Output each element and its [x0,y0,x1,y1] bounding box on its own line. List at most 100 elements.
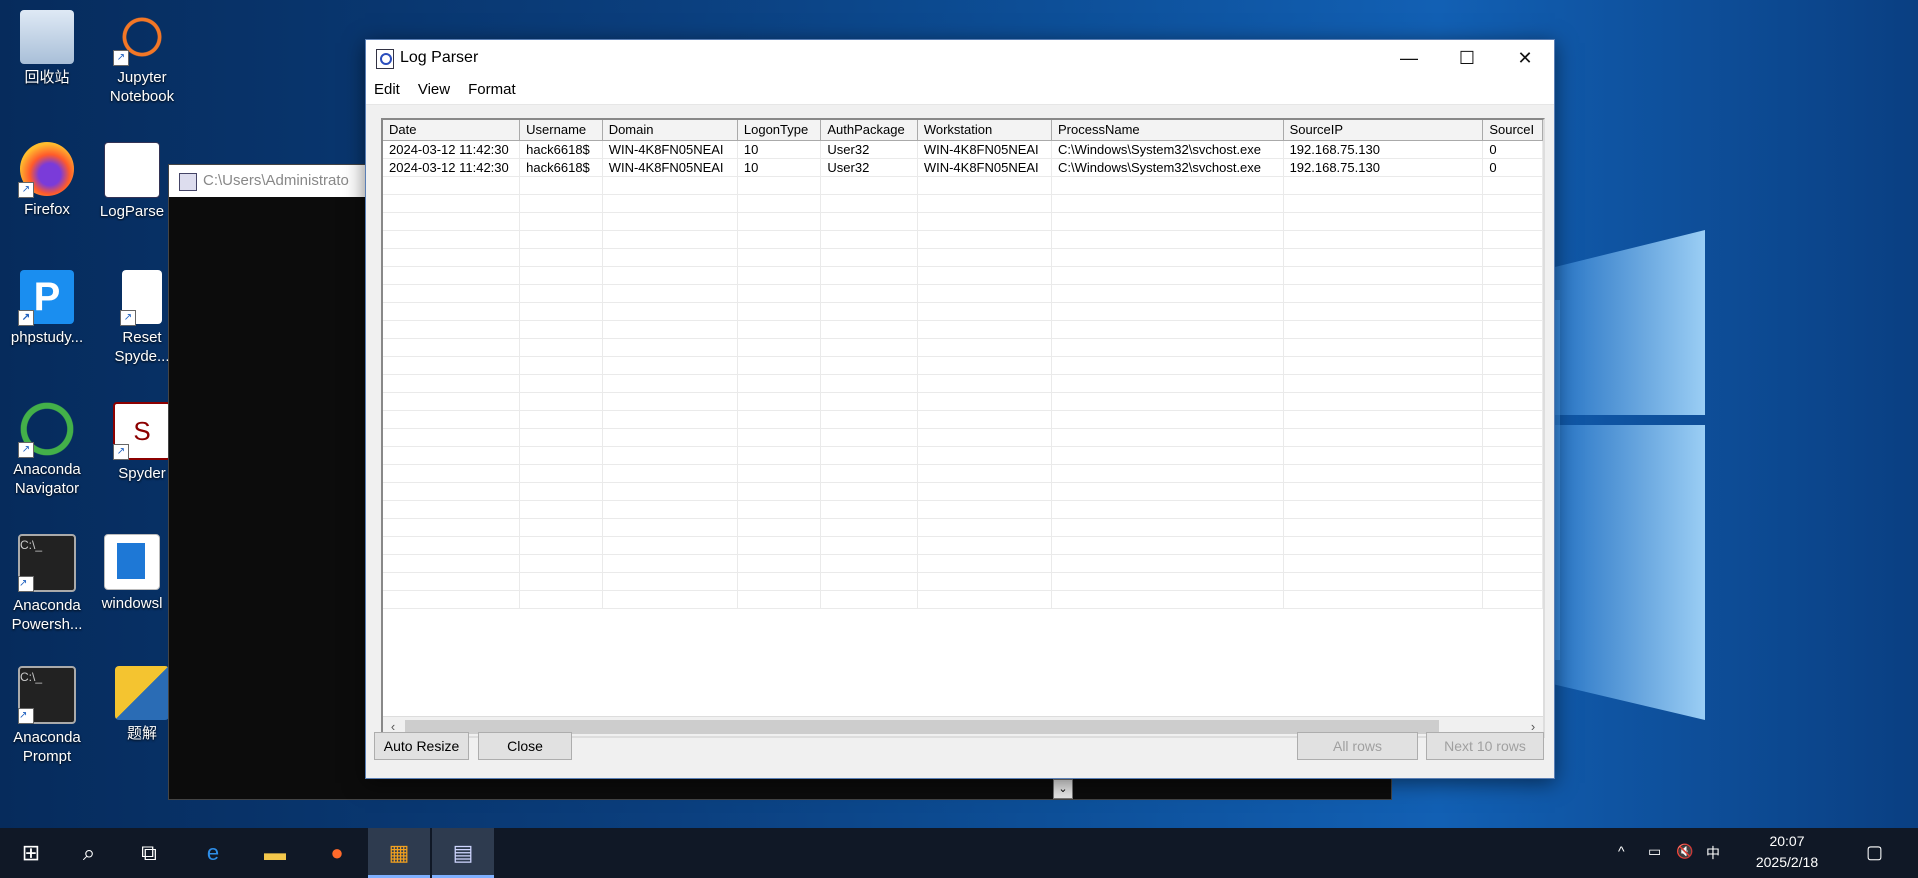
table-cell[interactable]: WIN-4K8FN05NEAI [918,141,1052,158]
column-header[interactable]: Workstation [918,120,1052,140]
table-cell[interactable] [1483,375,1543,392]
table-row[interactable] [383,483,1543,501]
table-cell[interactable]: hack6618$ [520,159,603,176]
table-cell[interactable] [520,591,603,608]
table-cell[interactable] [1284,501,1484,518]
table-cell[interactable] [738,375,822,392]
table-cell[interactable] [520,501,603,518]
table-cell[interactable] [1483,591,1543,608]
table-cell[interactable] [603,483,738,500]
table-cell[interactable] [603,447,738,464]
table-row[interactable] [383,465,1543,483]
table-cell[interactable] [821,267,918,284]
column-header[interactable]: SourceI [1483,120,1543,140]
table-row[interactable] [383,393,1543,411]
table-cell[interactable] [918,501,1052,518]
table-cell[interactable] [1483,285,1543,302]
table-cell[interactable] [1284,537,1484,554]
table-cell[interactable] [738,303,822,320]
table-cell[interactable] [738,591,822,608]
table-cell[interactable] [603,249,738,266]
table-row[interactable] [383,177,1543,195]
task-view-icon[interactable]: ⧉ [118,828,180,878]
table-cell[interactable] [1052,321,1284,338]
table-cell[interactable] [603,267,738,284]
table-cell[interactable] [1284,321,1484,338]
table-cell[interactable] [738,267,822,284]
table-cell[interactable] [738,555,822,572]
table-cell[interactable]: hack6618$ [520,141,603,158]
table-row[interactable] [383,249,1543,267]
table-cell[interactable] [918,393,1052,410]
all-rows-button[interactable]: All rows [1297,732,1418,760]
table-row[interactable] [383,411,1543,429]
table-cell[interactable] [821,231,918,248]
table-cell[interactable] [1483,519,1543,536]
table-cell[interactable] [821,321,918,338]
table-cell[interactable] [1483,321,1543,338]
table-cell[interactable] [1052,501,1284,518]
table-cell[interactable] [383,339,521,356]
table-cell[interactable]: C:\Windows\System32\svchost.exe [1052,141,1284,158]
table-cell[interactable] [603,501,738,518]
table-cell[interactable] [520,393,603,410]
table-cell[interactable] [1284,177,1484,194]
ime-indicator[interactable]: 中 [1706,843,1720,863]
table-cell[interactable]: 192.168.75.130 [1284,159,1484,176]
windows-start-icon[interactable]: ⊞ [0,828,62,878]
table-cell[interactable] [1052,483,1284,500]
column-header[interactable]: SourceIP [1284,120,1484,140]
table-cell[interactable] [1052,249,1284,266]
column-header[interactable]: LogonType [738,120,822,140]
table-cell[interactable] [918,555,1052,572]
table-row[interactable] [383,537,1543,555]
desktop-icon-recycle-bin[interactable]: 回收站 [0,4,94,87]
table-cell[interactable] [1284,429,1484,446]
table-cell[interactable] [821,285,918,302]
table-cell[interactable] [603,213,738,230]
table-cell[interactable] [918,303,1052,320]
table-row[interactable] [383,573,1543,591]
table-cell[interactable] [520,213,603,230]
table-cell[interactable] [603,465,738,482]
auto-resize-button[interactable]: Auto Resize [374,732,469,760]
table-cell[interactable] [918,249,1052,266]
table-cell[interactable] [821,213,918,230]
table-cell[interactable] [603,339,738,356]
next-rows-button[interactable]: Next 10 rows [1426,732,1544,760]
table-cell[interactable] [603,519,738,536]
table-row[interactable] [383,303,1543,321]
table-cell[interactable] [738,519,822,536]
table-cell[interactable] [520,519,603,536]
table-cell[interactable] [520,429,603,446]
table-row[interactable] [383,213,1543,231]
table-cell[interactable] [821,339,918,356]
table-cell[interactable] [383,537,521,554]
table-cell[interactable] [603,573,738,590]
column-header[interactable]: AuthPackage [821,120,918,140]
table-cell[interactable]: 2024-03-12 11:42:30 [383,141,521,158]
table-cell[interactable]: 0 [1483,159,1543,176]
clock-time[interactable]: 20:07 [1742,833,1832,849]
edge-icon[interactable]: e [182,828,244,878]
results-grid[interactable]: Date Username Domain LogonType AuthPackage Wo… [381,118,1545,738]
table-cell[interactable] [1483,357,1543,374]
chevron-down-icon[interactable]: ⌄ [1053,779,1073,799]
table-cell[interactable] [1284,231,1484,248]
table-cell[interactable] [603,321,738,338]
desktop-icon-anaconda-navigator[interactable]: ↗ Anaconda Navigator [0,396,94,498]
table-cell[interactable] [1284,249,1484,266]
table-row[interactable] [383,555,1543,573]
table-cell[interactable] [821,375,918,392]
table-cell[interactable] [1284,357,1484,374]
table-cell[interactable] [1483,393,1543,410]
table-cell[interactable] [1052,213,1284,230]
table-cell[interactable] [520,375,603,392]
desktop-icon-firefox[interactable]: ↗ Firefox [0,136,94,219]
table-cell[interactable] [1284,411,1484,428]
table-cell[interactable]: 2024-03-12 11:42:30 [383,159,521,176]
table-cell[interactable] [1284,285,1484,302]
table-cell[interactable] [383,519,521,536]
chevron-up-icon[interactable]: ^ [1618,843,1625,859]
table-cell[interactable] [918,519,1052,536]
